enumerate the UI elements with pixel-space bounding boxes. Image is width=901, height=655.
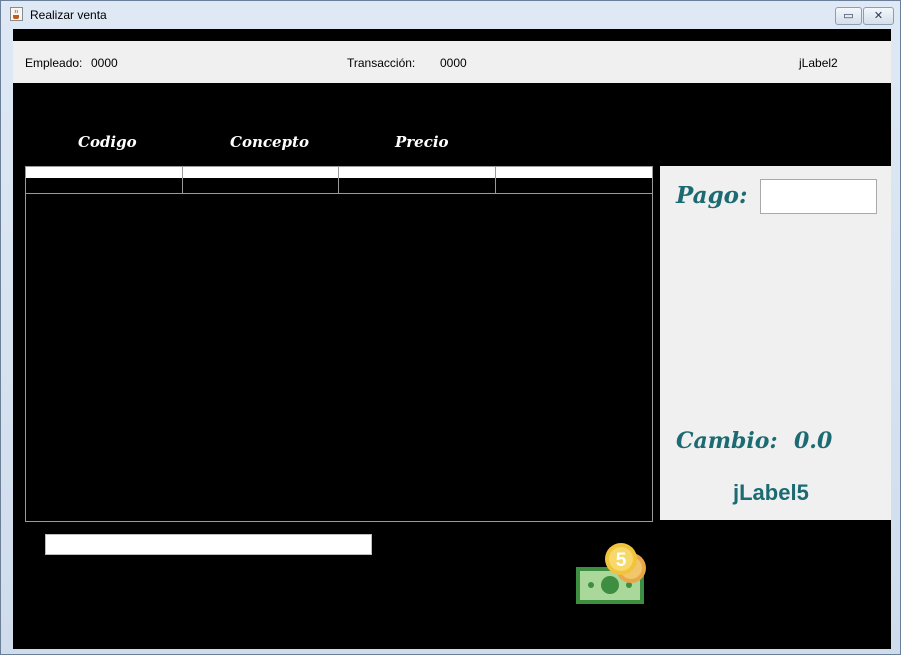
java-cup-icon — [10, 7, 23, 21]
sales-table[interactable] — [25, 166, 653, 522]
empleado-label: Empleado: — [25, 56, 83, 70]
column-header-precio: Precio — [395, 133, 449, 151]
table-column-divider — [495, 167, 496, 193]
close-button[interactable]: ✕ — [863, 7, 894, 25]
close-icon: ✕ — [873, 9, 884, 22]
transaccion-value: 0000 — [440, 56, 467, 70]
window-title: Realizar venta — [30, 8, 107, 22]
table-row[interactable] — [26, 178, 652, 194]
info-bar: Empleado: 0000 Transacción: 0000 jLabel2 — [13, 41, 891, 83]
table-header[interactable] — [26, 167, 652, 178]
cambio-value: 0.0 — [794, 428, 833, 454]
table-column-divider — [182, 167, 183, 193]
product-code-input[interactable] — [45, 534, 372, 555]
jlabel2: jLabel2 — [799, 56, 838, 70]
sale-content: Empleado: 0000 Transacción: 0000 jLabel2… — [13, 29, 891, 649]
pago-input[interactable] — [760, 179, 877, 214]
title-bar[interactable]: Realizar venta ▭ ✕ — [1, 1, 900, 29]
cambio-label: Cambio: — [676, 428, 778, 454]
coin-number: 5 — [616, 550, 627, 571]
empleado-value: 0000 — [91, 56, 118, 70]
payment-panel: Pago: Cambio: 0.0 jLabel5 — [660, 166, 891, 520]
pago-label: Pago: — [676, 182, 748, 209]
column-header-concepto: Concepto — [230, 133, 309, 151]
money-icon[interactable]: 5 — [576, 539, 651, 607]
column-header-codigo: Codigo — [78, 133, 137, 151]
table-column-divider — [338, 167, 339, 193]
app-window: Realizar venta ▭ ✕ Empleado: 0000 Transa… — [0, 0, 901, 655]
jlabel5: jLabel5 — [733, 480, 809, 505]
minimize-icon: ▭ — [843, 9, 854, 22]
minimize-button[interactable]: ▭ — [835, 7, 862, 25]
transaccion-label: Transacción: — [347, 56, 416, 70]
